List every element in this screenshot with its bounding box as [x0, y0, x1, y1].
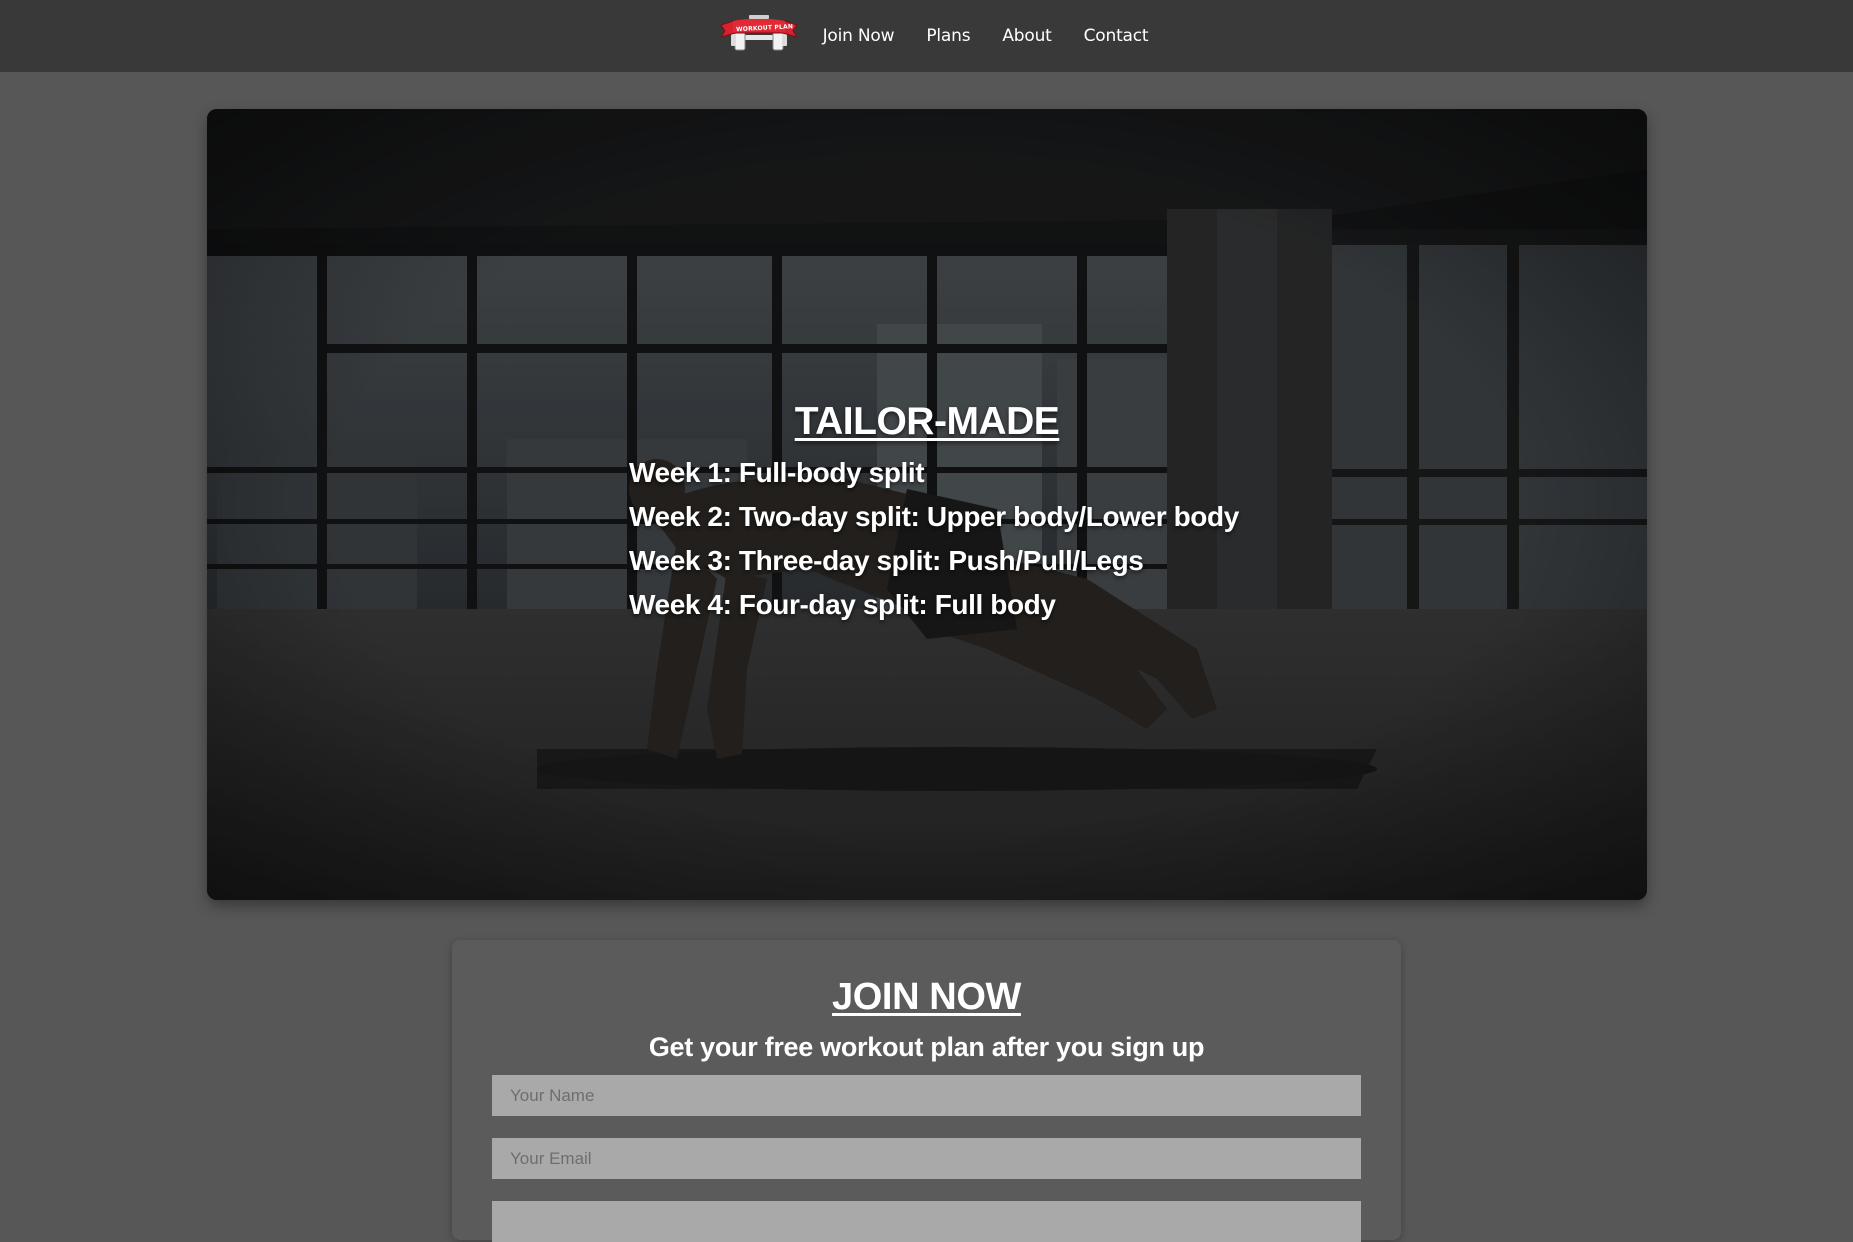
hero-text-overlay: TAILOR-MADE Week 1: Full-body split Week…	[207, 109, 1647, 900]
email-input[interactable]	[492, 1138, 1361, 1179]
join-now-subtitle: Get your free workout plan after you sig…	[648, 1032, 1205, 1062]
nav-link-join-now[interactable]: Join Now	[823, 26, 895, 46]
join-now-form-card: JOIN NOW Get your free workout plan afte…	[452, 940, 1401, 1242]
join-now-heading: JOIN NOW	[832, 976, 1021, 1018]
nav-link-about[interactable]: About	[1002, 26, 1051, 46]
workout-plan-logo[interactable]: WORKOUT PLAN	[719, 13, 799, 59]
additional-input[interactable]	[492, 1201, 1361, 1242]
week-3-item: Week 3: Three-day split: Push/Pull/Legs	[629, 545, 1144, 576]
hero-card: TAILOR-MADE Week 1: Full-body split Week…	[207, 109, 1647, 900]
week-2-item: Week 2: Two-day split: Upper body/Lower …	[629, 501, 1239, 532]
weekly-plan-list: Week 1: Full-body split Week 2: Two-day …	[629, 451, 1239, 627]
nav-link-plans[interactable]: Plans	[926, 26, 970, 46]
hero-title: TAILOR-MADE	[794, 400, 1060, 443]
nav-container: WORKOUT PLAN Join Now Plans About Contac…	[719, 13, 1149, 59]
nav-link-contact[interactable]: Contact	[1084, 26, 1149, 46]
top-navbar: WORKOUT PLAN Join Now Plans About Contac…	[0, 0, 1853, 72]
week-1-item: Week 1: Full-body split	[629, 457, 925, 488]
week-4-item: Week 4: Four-day split: Full body	[629, 589, 1056, 620]
name-input[interactable]	[492, 1075, 1361, 1116]
dumbbell-banner-icon	[719, 15, 798, 51]
